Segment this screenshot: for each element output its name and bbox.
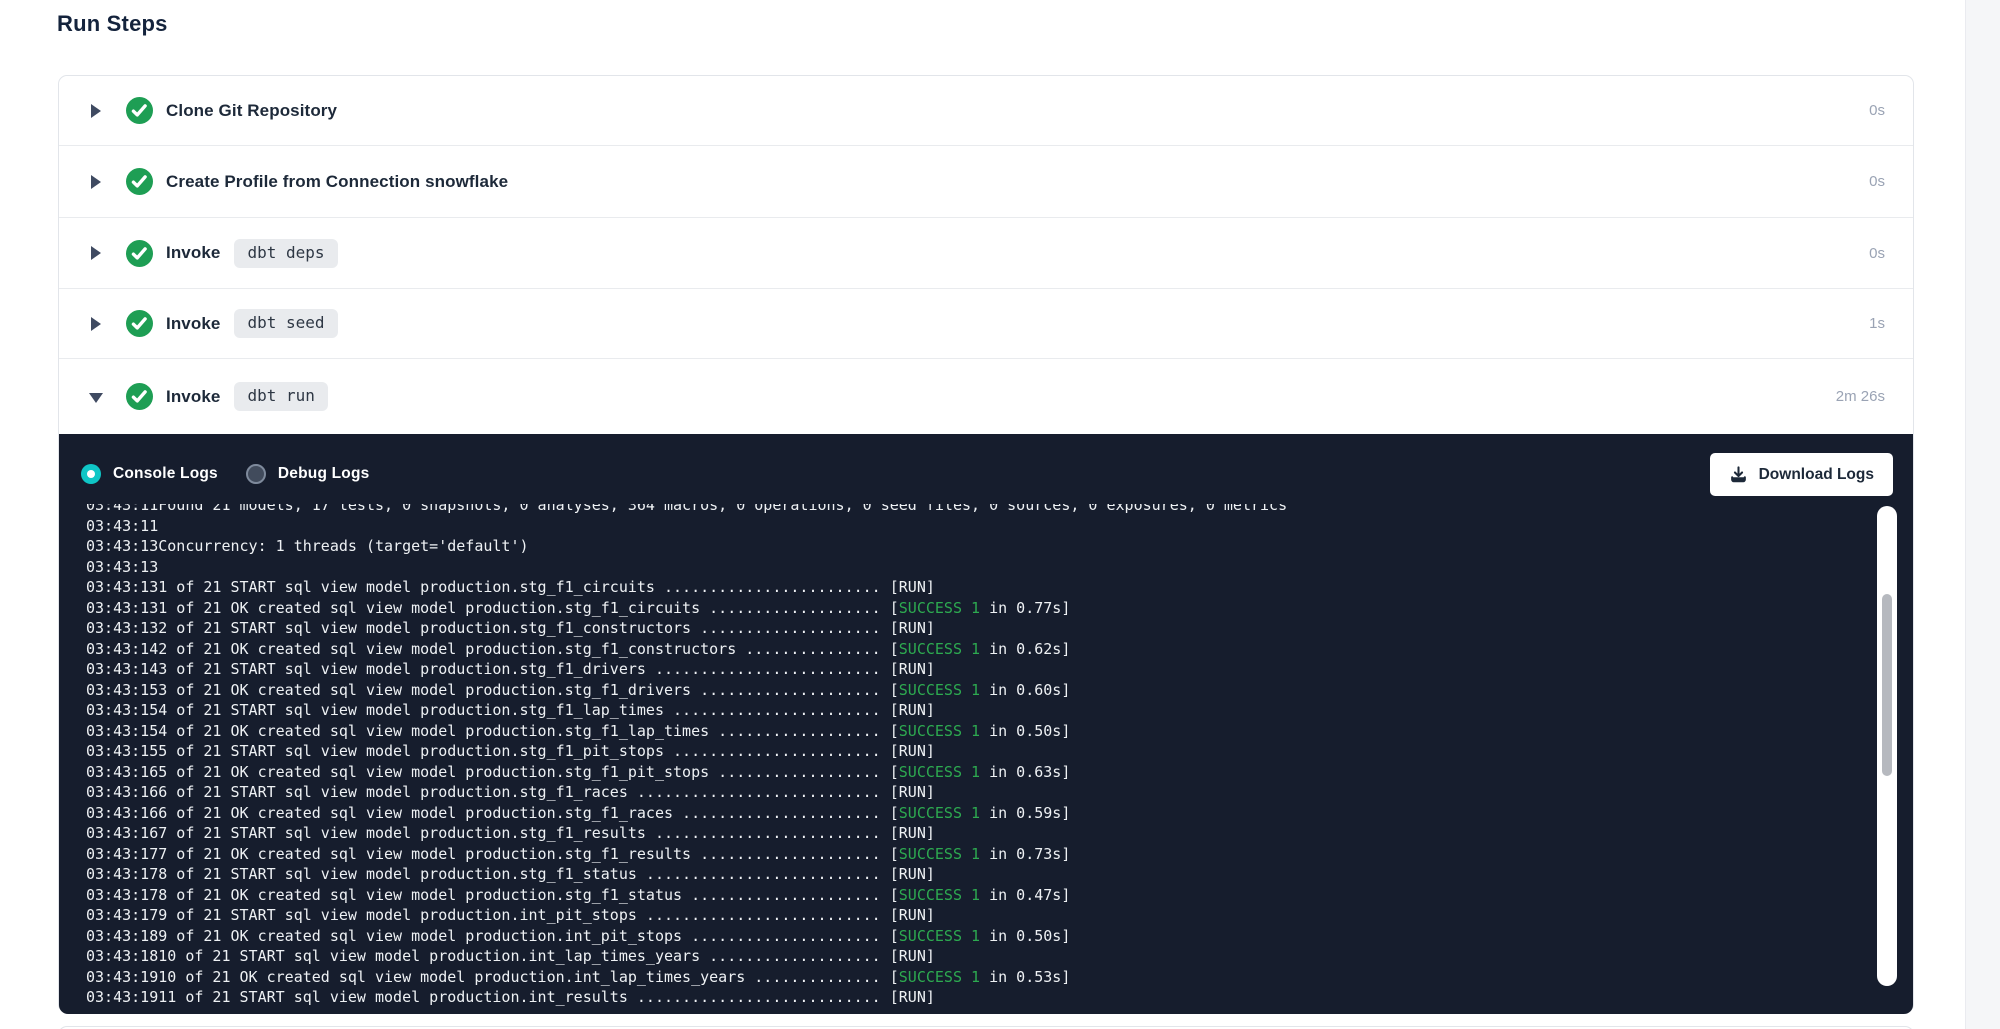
log-line: 03:43:153 of 21 OK created sql view mode… [59,680,1870,701]
page-right-gutter [1965,0,2000,1029]
step-command-chip: dbt seed [234,309,337,338]
log-tab-label: Debug Logs [278,465,370,483]
step-label: Invoke [166,387,220,407]
step-label: Invoke [166,314,220,334]
log-tabs: Console Logs Debug Logs [81,464,397,484]
log-line: 03:43:1910 of 21 OK created sql view mod… [59,967,1870,988]
run-steps-card: Clone Git Repository0sCreate Profile fro… [58,75,1914,1013]
download-logs-button[interactable]: Download Logs [1710,453,1893,496]
log-line: 03:43:178 of 21 OK created sql view mode… [59,885,1870,906]
step-duration: 0s [1869,102,1885,119]
caret-down-icon[interactable] [89,390,103,404]
log-panel: Console Logs Debug Logs Download Logs 03:… [59,434,1913,1014]
caret-right-icon[interactable] [89,246,103,260]
step-row-2[interactable]: Create Profile from Connection snowflake… [59,146,1913,218]
log-line: 03:43:167 of 21 START sql view model pro… [59,823,1870,844]
check-circle-icon [126,97,153,124]
log-line: 03:43:142 of 21 OK created sql view mode… [59,639,1870,660]
log-scrollbar-track[interactable] [1877,506,1897,986]
step-duration: 2m 26s [1836,388,1885,405]
check-circle-icon [126,383,153,410]
step-command-chip: dbt run [234,382,327,411]
log-line: 03:43:131 of 21 OK created sql view mode… [59,598,1870,619]
console-log-output: 03:43:11Found 21 models, 17 tests, 0 sna… [59,504,1870,1008]
log-line: 03:43:11 [59,516,1870,537]
caret-right-icon[interactable] [89,175,103,189]
log-line: 03:43:166 of 21 OK created sql view mode… [59,803,1870,824]
run-steps-list: Clone Git Repository0sCreate Profile fro… [59,76,1913,434]
log-line: 03:43:1810 of 21 START sql view model pr… [59,946,1870,967]
check-circle-icon [126,168,153,195]
page-title: Run Steps [57,11,168,37]
log-line: 03:43:13 [59,557,1870,578]
check-circle-icon [126,310,153,337]
radio-selected-icon[interactable] [81,464,101,484]
step-duration: 0s [1869,245,1885,262]
log-tab-console-logs[interactable]: Console Logs [81,464,218,484]
step-row-5[interactable]: Invoke dbt run 2m 26s [59,359,1913,434]
log-line: 03:43:132 of 21 START sql view model pro… [59,618,1870,639]
step-label: Create Profile from Connection snowflake [166,172,508,192]
log-scrollbar-thumb[interactable] [1882,594,1892,776]
log-line: 03:43:154 of 21 START sql view model pro… [59,700,1870,721]
step-row-4[interactable]: Invoke dbt seed 1s [59,289,1913,359]
step-command-chip: dbt deps [234,239,337,268]
step-label: Invoke [166,243,220,263]
step-duration: 0s [1869,173,1885,190]
step-label: Clone Git Repository [166,101,337,121]
log-line: 03:43:1911 of 21 START sql view model pr… [59,987,1870,1008]
step-row-3[interactable]: Invoke dbt deps 0s [59,218,1913,289]
log-line: 03:43:178 of 21 START sql view model pro… [59,864,1870,885]
step-duration: 1s [1869,315,1885,332]
log-line: 03:43:166 of 21 START sql view model pro… [59,782,1870,803]
log-line: 03:43:154 of 21 OK created sql view mode… [59,721,1870,742]
log-tab-debug-logs[interactable]: Debug Logs [246,464,370,484]
download-logs-label: Download Logs [1759,466,1874,484]
log-line: 03:43:177 of 21 OK created sql view mode… [59,844,1870,865]
log-line: 03:43:179 of 21 START sql view model pro… [59,905,1870,926]
step-row-1[interactable]: Clone Git Repository 0s [59,76,1913,146]
check-circle-icon [126,240,153,267]
log-line: 03:43:189 of 21 OK created sql view mode… [59,926,1870,947]
log-line: 03:43:155 of 21 START sql view model pro… [59,741,1870,762]
caret-right-icon[interactable] [89,104,103,118]
log-line: 03:43:143 of 21 START sql view model pro… [59,659,1870,680]
download-icon [1729,465,1748,484]
run-steps-page: Run Steps Clone Git Repository0sCreate P… [0,0,2000,1029]
log-line: 03:43:13Concurrency: 1 threads (target='… [59,536,1870,557]
log-line: 03:43:131 of 21 START sql view model pro… [59,577,1870,598]
radio-unselected-icon[interactable] [246,464,266,484]
caret-right-icon[interactable] [89,317,103,331]
log-line: 03:43:165 of 21 OK created sql view mode… [59,762,1870,783]
log-line: 03:43:11Found 21 models, 17 tests, 0 sna… [59,504,1870,516]
log-tab-label: Console Logs [113,465,218,483]
